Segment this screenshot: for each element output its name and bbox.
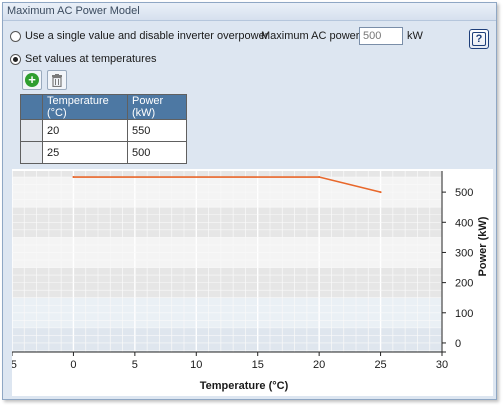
y-tick-label: 400 (455, 217, 473, 229)
data-point (318, 176, 321, 179)
column-header-power[interactable]: Power (kW) (127, 94, 187, 120)
x-tick-label: -5 (12, 359, 17, 371)
single-value-radio[interactable] (10, 30, 21, 42)
temperatures-label: Set values at temperatures (25, 53, 157, 65)
max-ac-power-unit: kW (407, 30, 423, 42)
data-point (379, 191, 382, 194)
y-tick-label: 500 (455, 187, 473, 199)
x-axis-title: Temperature (°C) (200, 380, 289, 392)
x-tick-label: 25 (374, 359, 386, 371)
row-header[interactable] (20, 141, 43, 164)
chart-band (12, 171, 442, 178)
help-button[interactable]: ? (469, 29, 489, 49)
x-tick-label: 30 (436, 359, 448, 371)
y-tick-label: 100 (455, 308, 473, 320)
table-row[interactable]: 25 500 (20, 141, 187, 164)
table-row[interactable]: 20 550 (20, 119, 187, 142)
x-tick-label: 5 (132, 359, 138, 371)
max-ac-power-input[interactable] (359, 27, 403, 45)
x-tick-label: 10 (190, 359, 202, 371)
single-value-option[interactable]: Use a single value and disable inverter … (10, 30, 268, 42)
add-row-button[interactable]: + (22, 70, 42, 90)
temperatures-option[interactable]: Set values at temperatures (10, 53, 156, 65)
data-point (72, 176, 75, 179)
y-axis-title: Power (kW) (477, 216, 489, 276)
max-ac-power-dialog: Maximum AC Power Model Use a single valu… (2, 2, 497, 400)
chart-canvas: -50510152025300100200300400500Temperatur… (12, 171, 489, 392)
single-value-label: Use a single value and disable inverter … (25, 30, 269, 42)
chart-band (12, 327, 442, 352)
power-cell[interactable]: 500 (127, 141, 187, 164)
delete-row-button[interactable] (47, 70, 67, 90)
window-title: Maximum AC Power Model (3, 3, 496, 21)
y-tick-label: 200 (455, 278, 473, 290)
y-tick-label: 0 (455, 338, 461, 350)
x-tick-label: 15 (252, 359, 264, 371)
column-header-temperature[interactable]: Temperature (°C) (42, 94, 128, 120)
trash-icon (52, 73, 62, 87)
max-ac-power-label: Maximum AC power (261, 30, 360, 42)
temperature-cell[interactable]: 25 (42, 141, 128, 164)
temperature-cell[interactable]: 20 (42, 119, 128, 142)
plus-circle-icon: + (25, 73, 39, 87)
power-temperature-chart: -50510152025300100200300400500Temperatur… (12, 169, 493, 396)
x-tick-label: 20 (313, 359, 325, 371)
help-icon: ? (472, 32, 486, 46)
table-header-row: Temperature (°C) Power (kW) (20, 94, 187, 120)
temperatures-radio[interactable] (10, 53, 21, 65)
temperature-power-table: Temperature (°C) Power (kW) 20 550 25 50… (20, 94, 187, 164)
row-header[interactable] (20, 119, 43, 142)
table-corner (20, 94, 43, 120)
y-tick-label: 300 (455, 247, 473, 259)
power-cell[interactable]: 550 (127, 119, 187, 142)
x-tick-label: 0 (70, 359, 76, 371)
